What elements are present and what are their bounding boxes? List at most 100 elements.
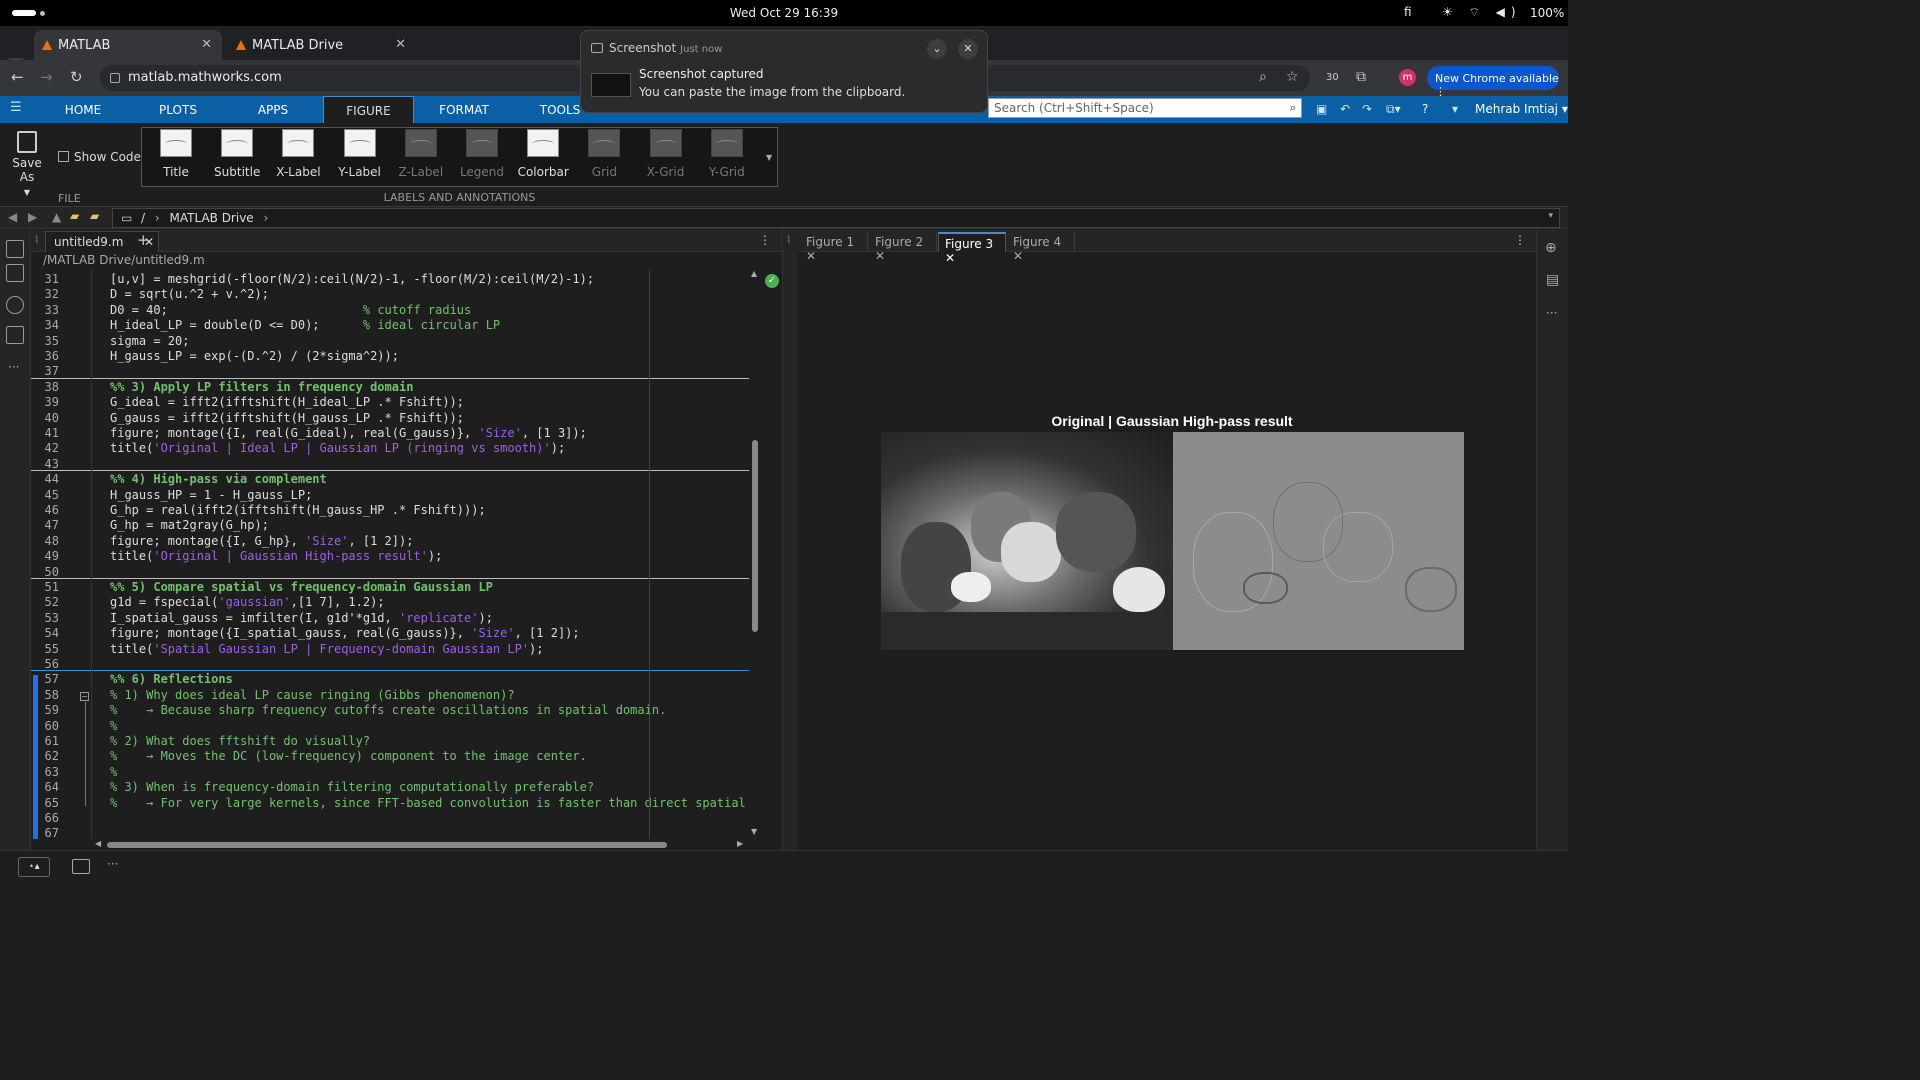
scroll-up-icon[interactable]: ▲: [751, 269, 757, 278]
code-line[interactable]: g1d = fspecial('gaussian',[1 7], 1.2);: [110, 595, 385, 609]
checkbox-box[interactable]: [58, 151, 69, 162]
close-tab-icon[interactable]: ✕: [875, 249, 885, 263]
horizontal-scroll-thumb[interactable]: [107, 842, 667, 848]
search-icon[interactable]: ⌕: [1290, 101, 1296, 115]
tab-format[interactable]: FORMAT: [428, 96, 500, 123]
editor-drag-handle-icon[interactable]: ⁞: [35, 233, 39, 246]
close-notification-icon[interactable]: ✕: [958, 39, 978, 59]
hamburger-menu-icon[interactable]: ☰: [10, 100, 22, 115]
addons-panel-icon[interactable]: [6, 326, 24, 344]
reload-icon[interactable]: ↻: [70, 68, 83, 86]
extensions-puzzle-icon[interactable]: ⧉: [1356, 69, 1366, 85]
code-line[interactable]: H_gauss_HP = 1 - H_gauss_LP;: [110, 488, 312, 502]
code-line[interactable]: H_ideal_LP = double(D <= D0); % ideal ci…: [110, 318, 500, 332]
figure-options-icon[interactable]: ⋮: [1514, 233, 1526, 247]
close-tab-icon[interactable]: ✕: [201, 37, 212, 52]
close-tab-icon[interactable]: ✕: [806, 249, 816, 263]
ribbon-button-y-label[interactable]: Y-Label: [331, 129, 389, 179]
user-account-menu[interactable]: Mehrab Imtiaj ▾: [1475, 102, 1568, 116]
code-line[interactable]: G_hp = mat2gray(G_hp);: [110, 518, 269, 532]
save-as-button[interactable]: Save As ▼: [6, 131, 48, 198]
tab-figure-2[interactable]: Figure 2 ✕: [869, 232, 937, 263]
code-line[interactable]: % 2) What does fftshift do visually?: [110, 734, 370, 748]
history-panel-icon[interactable]: [6, 296, 24, 314]
ribbon-button-z-label[interactable]: Z-Label: [392, 129, 450, 179]
forward-icon[interactable]: →: [40, 68, 53, 86]
original-peppers-image[interactable]: [881, 432, 1173, 650]
expand-notification-icon[interactable]: ⌄: [927, 39, 947, 59]
profile-avatar[interactable]: m: [1399, 69, 1416, 86]
scroll-down-icon[interactable]: ▼: [751, 827, 757, 836]
new-editor-tab-button[interactable]: +: [137, 231, 150, 249]
screenshot-notification[interactable]: Screenshot Just now Screenshot captured Y…: [580, 30, 988, 113]
panel-drag-handle-icon[interactable]: ⁞: [787, 233, 791, 246]
ribbon-button-title[interactable]: Title: [147, 129, 205, 179]
code-line[interactable]: figure; montage({I_spatial_gauss, real(G…: [110, 626, 580, 640]
panel-splitter[interactable]: ⁞: [782, 230, 798, 850]
site-info-icon[interactable]: [110, 73, 120, 83]
notification-bell-icon[interactable]: ▾: [1452, 102, 1458, 116]
browser-tab-matlab-drive[interactable]: MATLAB Drive ✕: [228, 30, 416, 60]
save-icon[interactable]: ▣: [1316, 102, 1327, 116]
close-tab-icon[interactable]: ✕: [945, 251, 955, 265]
files-panel-icon[interactable]: [6, 240, 24, 258]
tab-figure-1[interactable]: Figure 1 ✕: [800, 232, 868, 263]
code-area[interactable]: 31 [u,v] = meshgrid(-floor(N/2):ceil(N/2)…: [31, 269, 749, 839]
ribbon-button-x-label[interactable]: X-Label: [269, 129, 327, 179]
folder-up-icon[interactable]: ▲: [52, 210, 61, 224]
code-line[interactable]: title('Original | Gaussian High-pass res…: [110, 549, 442, 563]
os-clock[interactable]: Wed Oct 29 16:39: [0, 6, 1568, 20]
scroll-right-icon[interactable]: ▶: [737, 839, 743, 848]
tab-figure-4[interactable]: Figure 4 ✕: [1007, 232, 1075, 263]
code-line[interactable]: title('Original | Ideal LP | Gaussian LP…: [110, 441, 565, 455]
tab-home[interactable]: HOME: [48, 96, 118, 123]
code-line[interactable]: %: [110, 719, 117, 733]
browser-tab-matlab[interactable]: MATLAB ✕: [34, 30, 222, 60]
show-code-checkbox[interactable]: Show Code: [58, 150, 141, 164]
ribbon-button-x-grid[interactable]: X-Grid: [637, 129, 695, 179]
tab-figure[interactable]: FIGURE: [323, 96, 414, 123]
folder-back-icon[interactable]: ◀: [8, 210, 17, 224]
redo-icon[interactable]: ↷: [1362, 102, 1372, 116]
fold-toggle-icon[interactable]: −: [80, 692, 89, 701]
tab-figure-3[interactable]: Figure 3 ✕: [938, 232, 1006, 265]
terminal-icon[interactable]: [72, 859, 90, 874]
code-line[interactable]: %% 4) High-pass via complement: [110, 472, 327, 486]
code-line[interactable]: D = sqrt(u.^2 + v.^2);: [110, 287, 269, 301]
folder-forward-icon[interactable]: ▶: [28, 210, 37, 224]
ribbon-button-subtitle[interactable]: Subtitle: [208, 129, 266, 179]
tab-plots[interactable]: PLOTS: [143, 96, 213, 123]
undo-icon[interactable]: ↶: [1340, 102, 1350, 116]
ribbon-button-y-grid[interactable]: Y-Grid: [698, 129, 756, 179]
back-icon[interactable]: ←: [11, 68, 24, 86]
command-window-toggle[interactable]: ⋆▴: [18, 857, 50, 877]
code-line[interactable]: H_gauss_LP = exp(-(D.^2) / (2*sigma^2));: [110, 349, 399, 363]
screenshot-thumbnail[interactable]: [591, 73, 631, 97]
workspace-panel-icon[interactable]: [6, 264, 24, 282]
window-layout-icon[interactable]: ⧉▾: [1386, 102, 1401, 117]
editor-options-icon[interactable]: ⋮: [759, 233, 771, 247]
zoom-icon[interactable]: ⌕: [1259, 69, 1267, 85]
code-line[interactable]: figure; montage({I, G_hp}, 'Size', [1 2]…: [110, 534, 413, 548]
folder-path-box[interactable]: ▭ / › MATLAB Drive › ▾: [112, 208, 1560, 228]
code-line[interactable]: %: [110, 765, 117, 779]
more-panels-icon[interactable]: ···: [107, 857, 118, 871]
new-chrome-available-button[interactable]: New Chrome available ⋮: [1427, 66, 1559, 98]
code-line[interactable]: G_hp = real(ifft2(ifftshift(H_gauss_HP .…: [110, 503, 486, 517]
browse-folder-icon[interactable]: ▰: [70, 209, 79, 223]
bookmark-star-icon[interactable]: ☆: [1286, 69, 1299, 85]
editor-horizontal-scrollbar[interactable]: ◀ ▶: [93, 839, 749, 850]
tab-apps[interactable]: APPS: [238, 96, 308, 123]
code-line[interactable]: [u,v] = meshgrid(-floor(N/2):ceil(N/2)-1…: [110, 272, 594, 286]
code-line[interactable]: G_gauss = ifft2(ifftshift(H_gauss_LP .* …: [110, 411, 464, 425]
path-folder[interactable]: MATLAB Drive: [170, 211, 254, 225]
code-line[interactable]: D0 = 40; % cutoff radius: [110, 303, 471, 317]
system-tray-icons[interactable]: ☀ ⌔ ◀): [1442, 5, 1522, 20]
code-line[interactable]: %% 6) Reflections: [110, 672, 233, 686]
gaussian-highpass-image[interactable]: [1173, 432, 1464, 650]
more-options-icon[interactable]: ···: [8, 360, 19, 374]
close-tab-icon[interactable]: ✕: [1013, 249, 1023, 263]
ribbon-expand-icon[interactable]: ▼: [766, 153, 772, 162]
battery-level[interactable]: 100%: [1530, 6, 1564, 20]
path-dropdown-icon[interactable]: ▾: [1548, 211, 1553, 221]
